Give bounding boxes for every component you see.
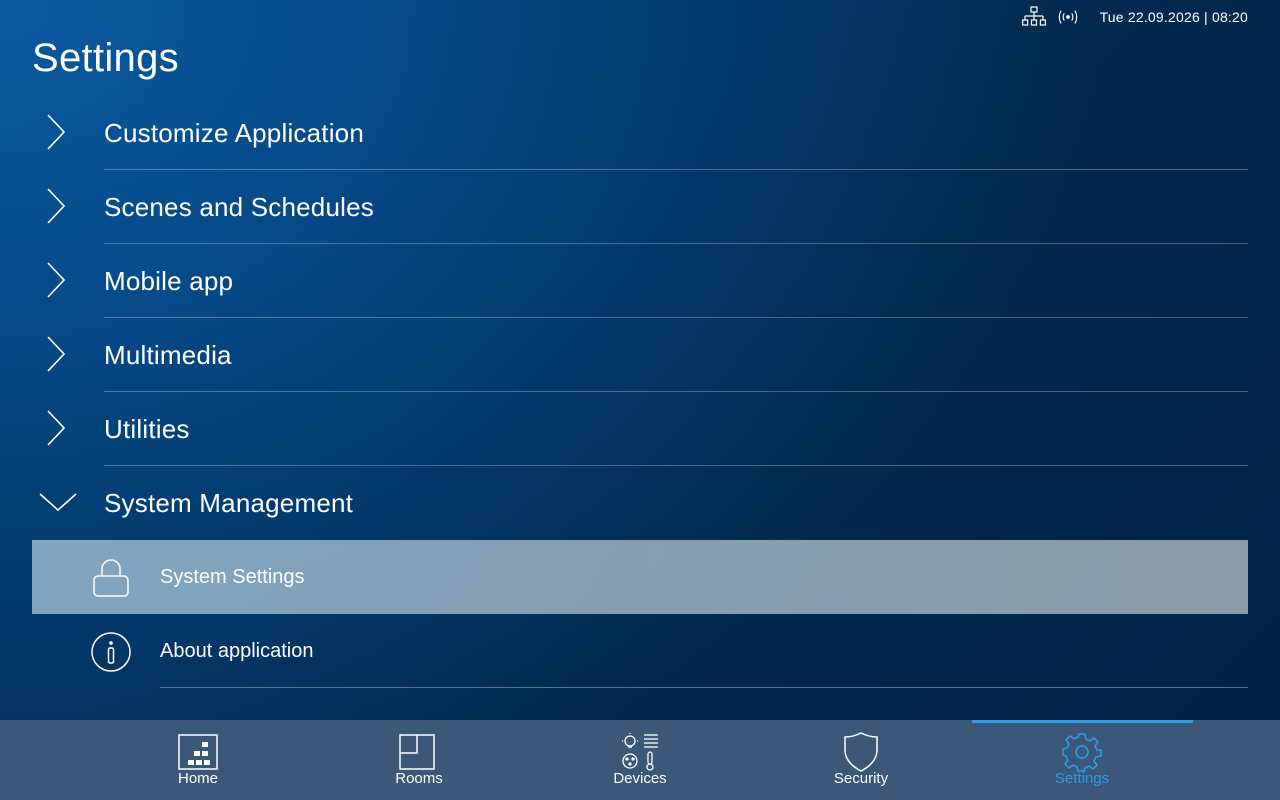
status-datetime: Tue 22.09.2026 | 08:20 (1099, 9, 1248, 25)
bottom-navigation: Home Rooms Devices Security Settings (0, 720, 1280, 800)
menu-item-mobile-app[interactable]: Mobile app (0, 244, 1280, 318)
nav-tab-label: Home (177, 770, 218, 787)
menu-item-label: Scenes and Schedules (104, 191, 374, 222)
menu-item-label: Utilities (104, 413, 190, 444)
nav-tab-label: Devices (613, 770, 667, 787)
submenu-item-label: About application (160, 640, 314, 662)
divider (160, 687, 1248, 688)
chevron-right-icon (34, 184, 78, 228)
nav-tab-settings[interactable]: Settings (971, 720, 1193, 800)
submenu-item-about-application[interactable]: About application (32, 614, 1248, 688)
page-title: Settings (32, 36, 179, 80)
nav-tab-devices[interactable]: Devices (530, 720, 751, 800)
home-icon (176, 732, 220, 772)
devices-icon (618, 732, 662, 772)
menu-item-label: System Management (104, 487, 354, 518)
nav-tab-label: Security (833, 770, 889, 787)
info-icon (90, 631, 132, 673)
nav-tab-rooms[interactable]: Rooms (309, 720, 530, 800)
menu-item-scenes-and-schedules[interactable]: Scenes and Schedules (0, 170, 1280, 244)
menu-item-multimedia[interactable]: Multimedia (0, 318, 1280, 392)
chevron-right-icon (34, 110, 78, 154)
submenu-item-label: System Settings (160, 566, 305, 588)
chevron-right-icon (34, 406, 78, 450)
network-icon (1021, 6, 1046, 28)
menu-item-label: Multimedia (104, 339, 232, 370)
nav-tab-security[interactable]: Security (751, 720, 972, 800)
nav-tab-label: Rooms (395, 770, 443, 787)
menu-item-system-management[interactable]: System Management (0, 466, 1280, 540)
chevron-right-icon (34, 258, 78, 302)
nav-tab-home[interactable]: Home (88, 720, 309, 800)
chevron-down-icon (36, 480, 80, 524)
menu-item-customize-application[interactable]: Customize Application (0, 96, 1280, 170)
submenu-item-system-settings[interactable]: System Settings (32, 540, 1248, 614)
active-tab-indicator (971, 720, 1193, 723)
rooms-icon (397, 732, 441, 772)
chevron-right-icon (34, 332, 78, 376)
gear-icon (1060, 732, 1104, 772)
menu-item-label: Mobile app (104, 265, 234, 296)
shield-icon (839, 732, 883, 772)
menu-item-label: Customize Application (104, 117, 364, 148)
status-bar: Tue 22.09.2026 | 08:20 (1021, 6, 1248, 28)
nav-tab-label: Settings (1054, 770, 1110, 787)
wireless-signal-icon (1056, 6, 1080, 28)
lock-icon (90, 557, 132, 599)
menu-item-utilities[interactable]: Utilities (0, 392, 1280, 466)
settings-menu: Customize Application Scenes and Schedul… (0, 96, 1280, 688)
